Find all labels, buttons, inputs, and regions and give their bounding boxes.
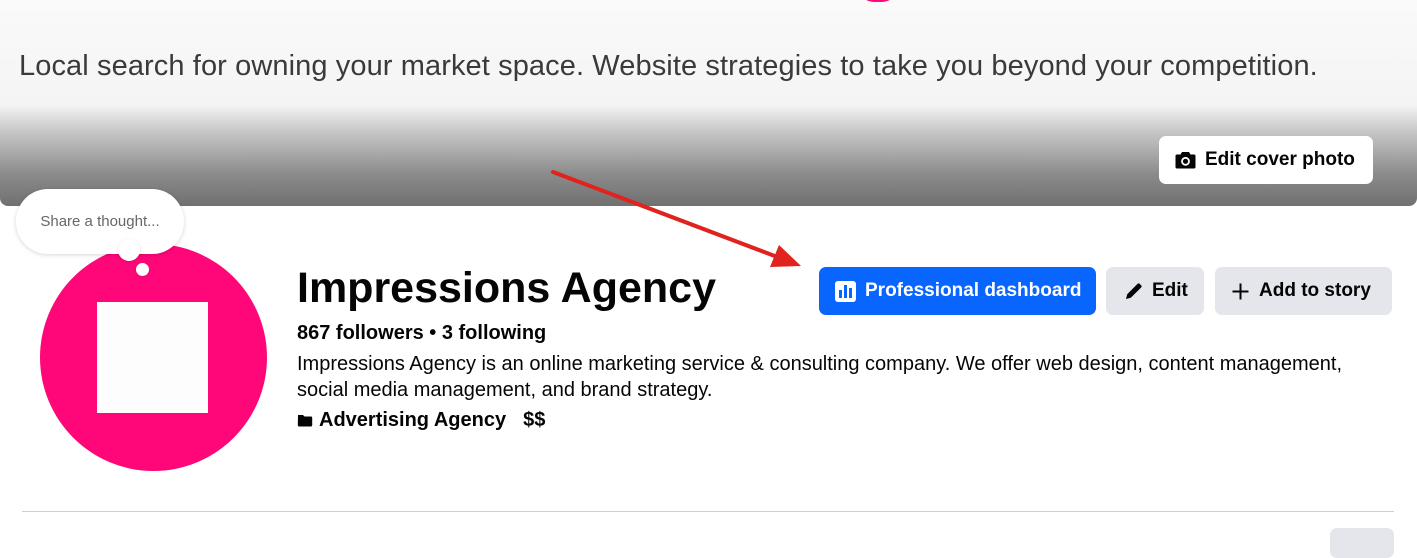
category-icon	[297, 415, 313, 427]
edit-cover-photo-button[interactable]: Edit cover photo	[1159, 136, 1373, 184]
profile-picture[interactable]	[40, 244, 267, 471]
profile-divider	[22, 511, 1394, 512]
thought-bubble-tail-large	[118, 239, 140, 261]
edit-page-label: Edit	[1152, 280, 1188, 301]
professional-dashboard-label: Professional dashboard	[865, 280, 1082, 301]
add-to-story-label: Add to story	[1259, 280, 1371, 301]
followers-following[interactable]: 867 followers • 3 following	[297, 322, 546, 345]
thought-bubble-tail-small	[136, 263, 149, 276]
plus-icon	[1232, 283, 1249, 299]
camera-icon	[1175, 152, 1196, 169]
page-category-row: Advertising Agency $$	[297, 409, 545, 432]
share-thought-bubble[interactable]: Share a thought...	[16, 189, 184, 254]
more-options-button[interactable]	[1330, 528, 1394, 558]
professional-dashboard-button[interactable]: Professional dashboard	[819, 267, 1096, 315]
price-range: $$	[523, 409, 546, 431]
page-name: Impressions Agency	[297, 264, 716, 312]
cover-tagline: Local search for owning your market spac…	[19, 50, 1318, 82]
share-thought-placeholder: Share a thought...	[40, 213, 160, 230]
cover-logo-fragment	[858, 0, 898, 2]
pencil-icon	[1126, 283, 1142, 299]
bar-chart-icon	[835, 280, 856, 302]
category-label[interactable]: Advertising Agency	[319, 409, 506, 432]
edit-cover-photo-label: Edit cover photo	[1205, 149, 1355, 170]
profile-picture-logo	[97, 302, 208, 413]
add-to-story-button[interactable]: Add to story	[1215, 267, 1392, 315]
edit-page-button[interactable]: Edit	[1106, 267, 1204, 315]
page-bio: Impressions Agency is an online marketin…	[297, 353, 1342, 401]
